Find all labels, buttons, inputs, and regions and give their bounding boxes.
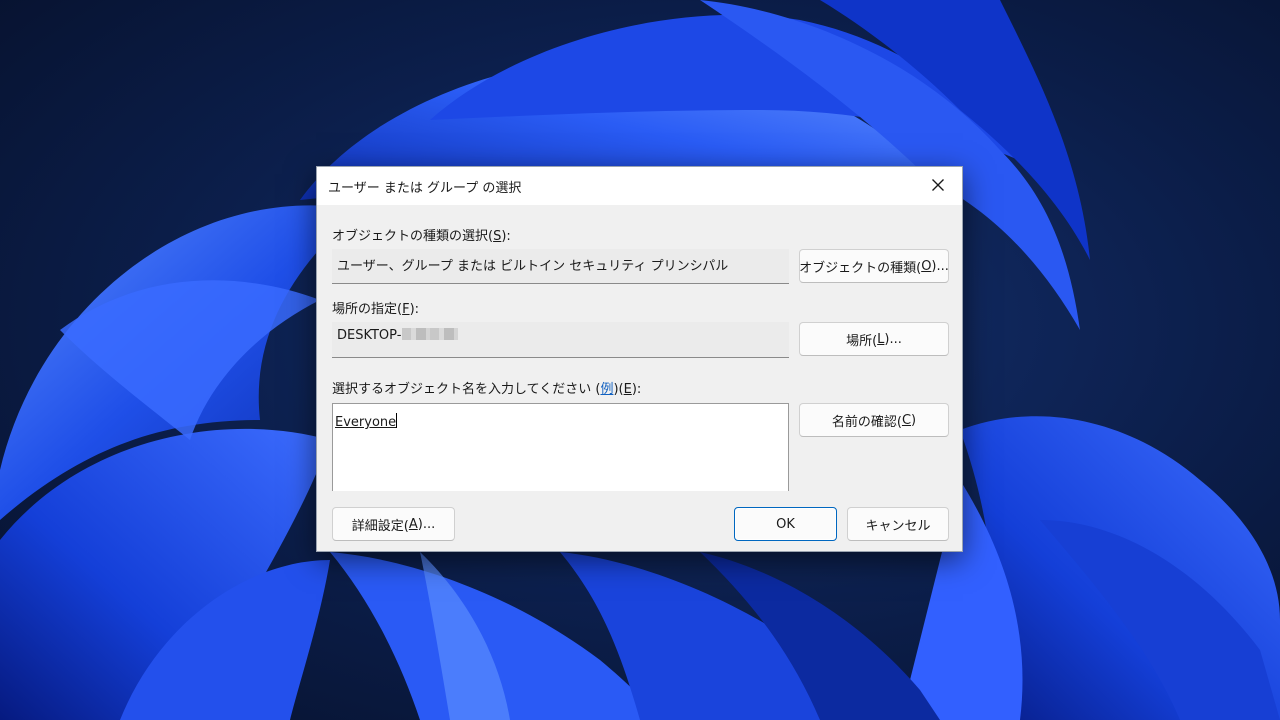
select-users-or-groups-dialog: ユーザー または グループ の選択 オブジェクトの種類の選択(S): ユーザー、… <box>316 166 963 552</box>
object-types-button[interactable]: オブジェクトの種類(O)... <box>799 249 949 283</box>
object-type-label: オブジェクトの種類の選択(S): <box>332 229 511 244</box>
close-button[interactable] <box>920 171 956 201</box>
dialog-title: ユーザー または グループ の選択 <box>328 181 522 196</box>
close-icon <box>931 177 945 196</box>
object-names-input[interactable]: Everyone <box>332 403 789 491</box>
redacted-hostname <box>402 328 459 340</box>
dialog-titlebar[interactable]: ユーザー または グループ の選択 <box>317 167 962 205</box>
advanced-button[interactable]: 詳細設定(A)... <box>332 507 455 541</box>
object-names-value: Everyone <box>335 415 397 430</box>
location-value: DESKTOP- <box>337 328 402 343</box>
locations-button[interactable]: 場所(L)... <box>799 322 949 356</box>
text-caret <box>396 413 398 428</box>
object-names-label: 選択するオブジェクト名を入力してください (例)(E): <box>332 382 642 397</box>
check-names-button[interactable]: 名前の確認(C) <box>799 403 949 437</box>
object-type-field: ユーザー、グループ または ビルトイン セキュリティ プリンシパル <box>332 249 789 284</box>
ok-button[interactable]: OK <box>734 507 837 541</box>
location-label: 場所の指定(F): <box>332 302 420 317</box>
location-field: DESKTOP- <box>332 322 789 358</box>
examples-link[interactable]: 例 <box>600 382 613 397</box>
cancel-button[interactable]: キャンセル <box>847 507 949 541</box>
